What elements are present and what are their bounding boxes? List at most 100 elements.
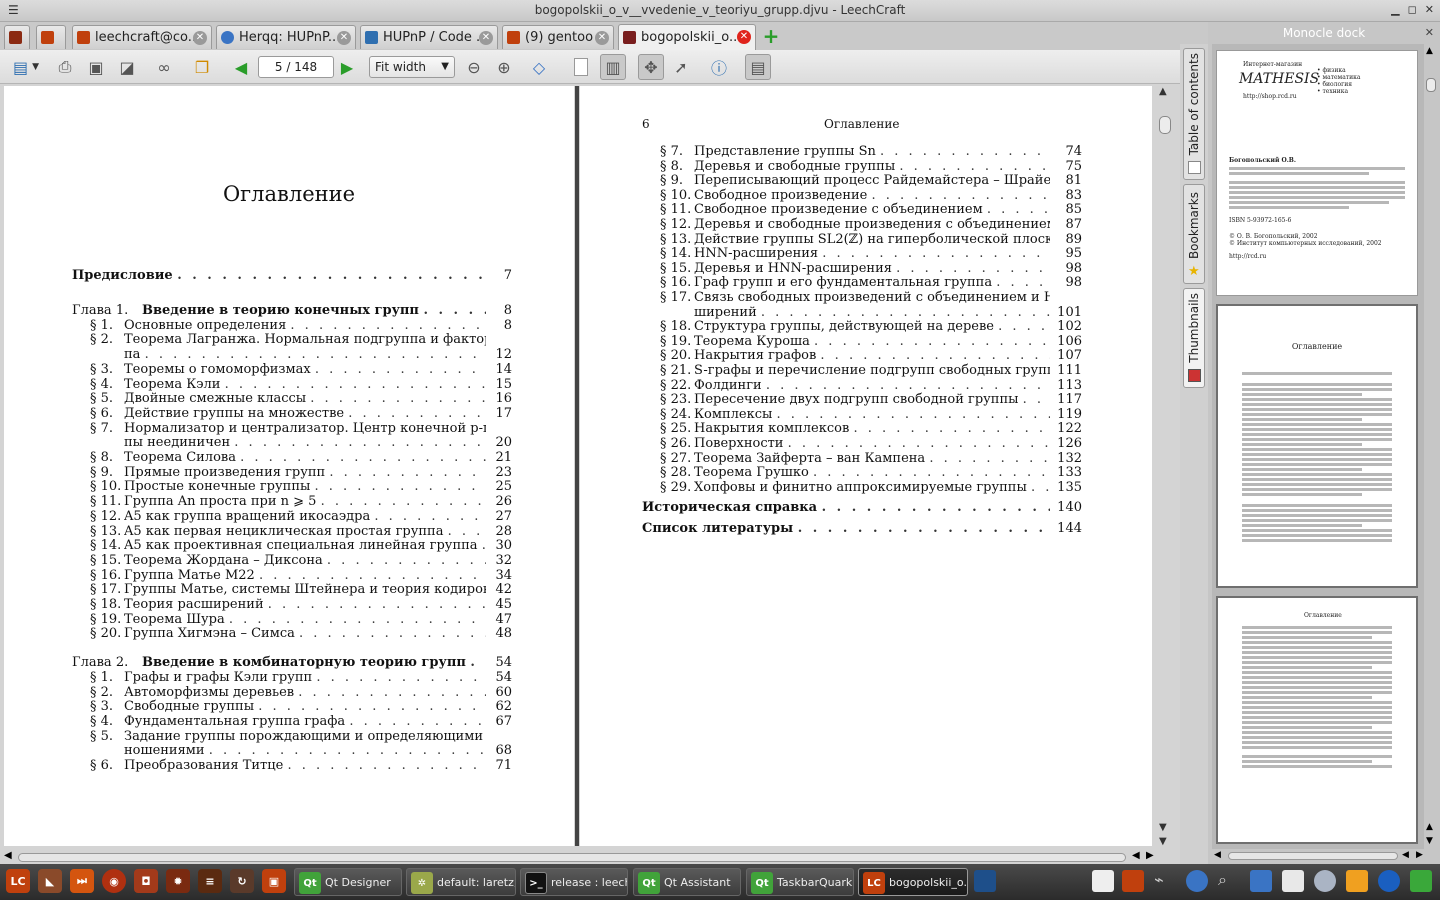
usb-icon[interactable] <box>1346 870 1368 892</box>
toc-entry[interactable]: § 24. Комплексы . . . . . . . . . . . . .… <box>580 407 1152 422</box>
toc-entry[interactable]: § 13. Действие группы SL2(ℤ) на гиперболи… <box>580 232 1152 247</box>
toc-entry[interactable]: § 4. Теорема Кэли . . . . . . . . . . . .… <box>4 377 574 392</box>
toc-entry[interactable]: § 12. Деревья и свободные произведения с … <box>580 217 1152 232</box>
tab-pinned-1[interactable] <box>4 25 30 49</box>
toc-entry[interactable]: па . . . . . . . . . . . . . . . . . . .… <box>4 347 574 362</box>
zoom-out-button[interactable]: ⊖ <box>461 54 487 80</box>
toc-entry[interactable]: § 29. Хопфовы и финитно аппроксимируемые … <box>580 480 1152 495</box>
thumbnails-view[interactable]: Интернет-магазин MATHESIS http://shop.rc… <box>1212 44 1424 849</box>
document-info-button[interactable]: ⓘ <box>706 54 732 80</box>
toc-entry[interactable]: § 14. HNN-расширения . . . . . . . . . . … <box>580 246 1152 261</box>
toc-entry[interactable]: § 3. Свободные группы . . . . . . . . . .… <box>4 699 574 714</box>
print-button[interactable]: ⎙ <box>52 54 78 80</box>
pan-mode-button[interactable]: ✥ <box>638 54 664 80</box>
toc-entry[interactable]: § 22. Фолдинги . . . . . . . . . . . . . … <box>580 378 1152 393</box>
refresh-launcher-icon[interactable]: ↻ <box>230 869 254 893</box>
scroll-down-icon[interactable]: ▼ <box>1159 836 1167 847</box>
task-default[interactable]: ✲ default: laretz, ... <box>406 868 516 896</box>
tab-hupnp-code[interactable]: HUPnP / Code ... ✕ <box>360 25 498 49</box>
dock-horizontal-scrollbar[interactable]: ◀ ◀ ▶ <box>1212 850 1438 862</box>
scroll-track[interactable] <box>1228 852 1398 860</box>
scroll-left-icon[interactable]: ◀ <box>1402 850 1409 860</box>
task-leechcraft-document[interactable]: LC bogopolskii_o... <box>858 868 968 896</box>
toc-entry[interactable]: § 20. Группа Хигмэна – Симса . . . . . . … <box>4 626 574 641</box>
tab-gentoo[interactable]: (9) gentoo ✕ <box>502 25 614 49</box>
chat-tray-icon[interactable] <box>1122 870 1144 892</box>
thumbnail-page-6[interactable]: Оглавление <box>1216 596 1418 844</box>
toc-entry[interactable]: § 23. Пересечение двух подгрупп свободной… <box>580 392 1152 407</box>
tab-document[interactable]: bogopolskii_o... ✕ <box>618 24 756 50</box>
scroll-left-icon[interactable]: ◀ <box>4 850 12 861</box>
list-launcher-icon[interactable]: ≡ <box>198 869 222 893</box>
toggle-dock-button[interactable]: ▤ <box>745 54 771 80</box>
toc-entry[interactable]: § 6. Действие группы на множестве . . . .… <box>4 406 574 421</box>
toc-entry[interactable]: § 15. Теорема Жордана – Диксона . . . . .… <box>4 553 574 568</box>
scroll-up-icon[interactable]: ▲ <box>1426 822 1433 832</box>
toc-entry[interactable]: § 28. Теорема Грушко . . . . . . . . . . … <box>580 465 1152 480</box>
toc-entry[interactable]: Глава 1. Введение в теорию конечных групп… <box>4 303 574 318</box>
app-launcher-icon[interactable]: ◣ <box>38 869 62 893</box>
puzzle-icon[interactable] <box>1410 870 1432 892</box>
select-mode-button[interactable]: ➚ <box>668 54 694 80</box>
close-window-button[interactable]: ✕ <box>1425 3 1434 16</box>
media-launcher-icon[interactable]: ⏭ <box>70 869 94 893</box>
rotate-button[interactable]: ◇ <box>522 54 556 80</box>
toc-entry[interactable]: пы неединичен . . . . . . . . . . . . . … <box>4 435 574 450</box>
tab-thumbnails[interactable]: Thumbnails <box>1183 288 1205 388</box>
toc-entry[interactable]: § 11. Группа An проста при n ⩾ 5 . . . . … <box>4 494 574 509</box>
toc-entry[interactable]: § 26. Поверхности . . . . . . . . . . . .… <box>580 436 1152 451</box>
next-page-button[interactable]: ▶ <box>334 54 360 80</box>
add-tab-button[interactable]: + <box>760 26 782 47</box>
scroll-down-icon[interactable]: ▼ <box>1426 836 1433 846</box>
open-file-button[interactable]: ▤ ▼ <box>6 54 46 80</box>
info-tray-icon[interactable] <box>1378 870 1400 892</box>
camera-launcher-icon[interactable]: ◘ <box>134 869 158 893</box>
toc-entry[interactable]: Список литературы . . . . . . . . . . . … <box>580 521 1152 536</box>
zoom-in-button[interactable]: ⊕ <box>491 54 517 80</box>
scroll-right-icon[interactable]: ▶ <box>1416 850 1423 860</box>
maximize-button[interactable]: ◻ <box>1408 3 1417 16</box>
close-tab-icon[interactable]: ✕ <box>737 30 751 44</box>
leechcraft-launcher-icon[interactable]: LC <box>6 869 30 893</box>
toc-entry[interactable]: § 7. Нормализатор и централизатор. Центр … <box>4 421 574 436</box>
toc-entry[interactable]: ношениями . . . . . . . . . . . . . . . … <box>4 743 574 758</box>
scroll-thumb[interactable] <box>1159 116 1171 134</box>
previous-page-button[interactable]: ◀ <box>228 54 254 80</box>
toc-entry[interactable]: § 1. Графы и графы Кэли групп . . . . . .… <box>4 670 574 685</box>
single-page-button[interactable] <box>568 54 594 80</box>
thumbnail-page-1[interactable]: Интернет-магазин MATHESIS http://shop.rc… <box>1216 50 1418 296</box>
toc-entry[interactable]: § 14. A5 как проективная специальная лине… <box>4 538 574 553</box>
toc-entry[interactable]: § 5. Двойные смежные классы . . . . . . .… <box>4 391 574 406</box>
scroll-down-icon[interactable]: ▼ <box>1159 822 1167 833</box>
toc-entry[interactable]: ширений . . . . . . . . . . . . . . . . … <box>580 305 1152 320</box>
toc-entry[interactable]: § 2. Теорема Лагранжа. Нормальная подгруп… <box>4 332 574 347</box>
close-tab-icon[interactable]: ✕ <box>479 31 493 45</box>
toc-entry[interactable]: § 19. Теорема Шура . . . . . . . . . . . … <box>4 612 574 627</box>
scroll-right-icon[interactable]: ▶ <box>1146 850 1154 861</box>
scroll-left-icon[interactable]: ◀ <box>1132 850 1140 861</box>
task-terminal[interactable]: >_ release : leechc... <box>520 868 628 896</box>
close-dock-icon[interactable]: ✕ <box>1425 26 1434 39</box>
toc-entry[interactable]: § 6. Преобразования Титце . . . . . . . .… <box>4 758 574 773</box>
find-button[interactable]: ∞ <box>151 54 177 80</box>
tab-pinned-2[interactable] <box>36 25 66 49</box>
task-qt-assistant[interactable]: Qt Qt Assistant <box>633 868 741 896</box>
toc-entry[interactable]: § 8. Теорема Силова . . . . . . . . . . .… <box>4 450 574 465</box>
toc-entry[interactable]: § 9. Переписывающий процесс Райдемайстера… <box>580 173 1152 188</box>
horizontal-scrollbar[interactable]: ◀ ◀ ▶ <box>0 850 1180 864</box>
toc-entry[interactable]: § 10. Свободное произведение . . . . . . … <box>580 188 1152 203</box>
tab-herqq[interactable]: Herqq: HUPnP... ✕ <box>216 25 356 49</box>
toc-entry[interactable]: § 15. Деревья и HNN-расширения . . . . . … <box>580 261 1152 276</box>
scroll-thumb[interactable] <box>1426 78 1436 92</box>
close-tab-icon[interactable]: ✕ <box>337 31 351 45</box>
gear-tray-icon[interactable] <box>1314 870 1336 892</box>
box-launcher-icon[interactable]: ▣ <box>262 869 286 893</box>
record-launcher-icon[interactable]: ◉ <box>102 869 126 893</box>
two-page-button[interactable]: ▥ <box>600 54 626 80</box>
network-icon[interactable]: ⌁ <box>1154 870 1176 892</box>
toc-entry[interactable]: Историческая справка . . . . . . . . . .… <box>580 500 1152 515</box>
toc-entry[interactable]: § 16. Граф групп и его фундаментальная гр… <box>580 275 1152 290</box>
close-tab-icon[interactable]: ✕ <box>193 31 207 45</box>
task-qt-designer[interactable]: Qt Qt Designer <box>294 868 402 896</box>
tab-leechcraft-chat[interactable]: leechcraft@co... ✕ <box>72 25 212 49</box>
